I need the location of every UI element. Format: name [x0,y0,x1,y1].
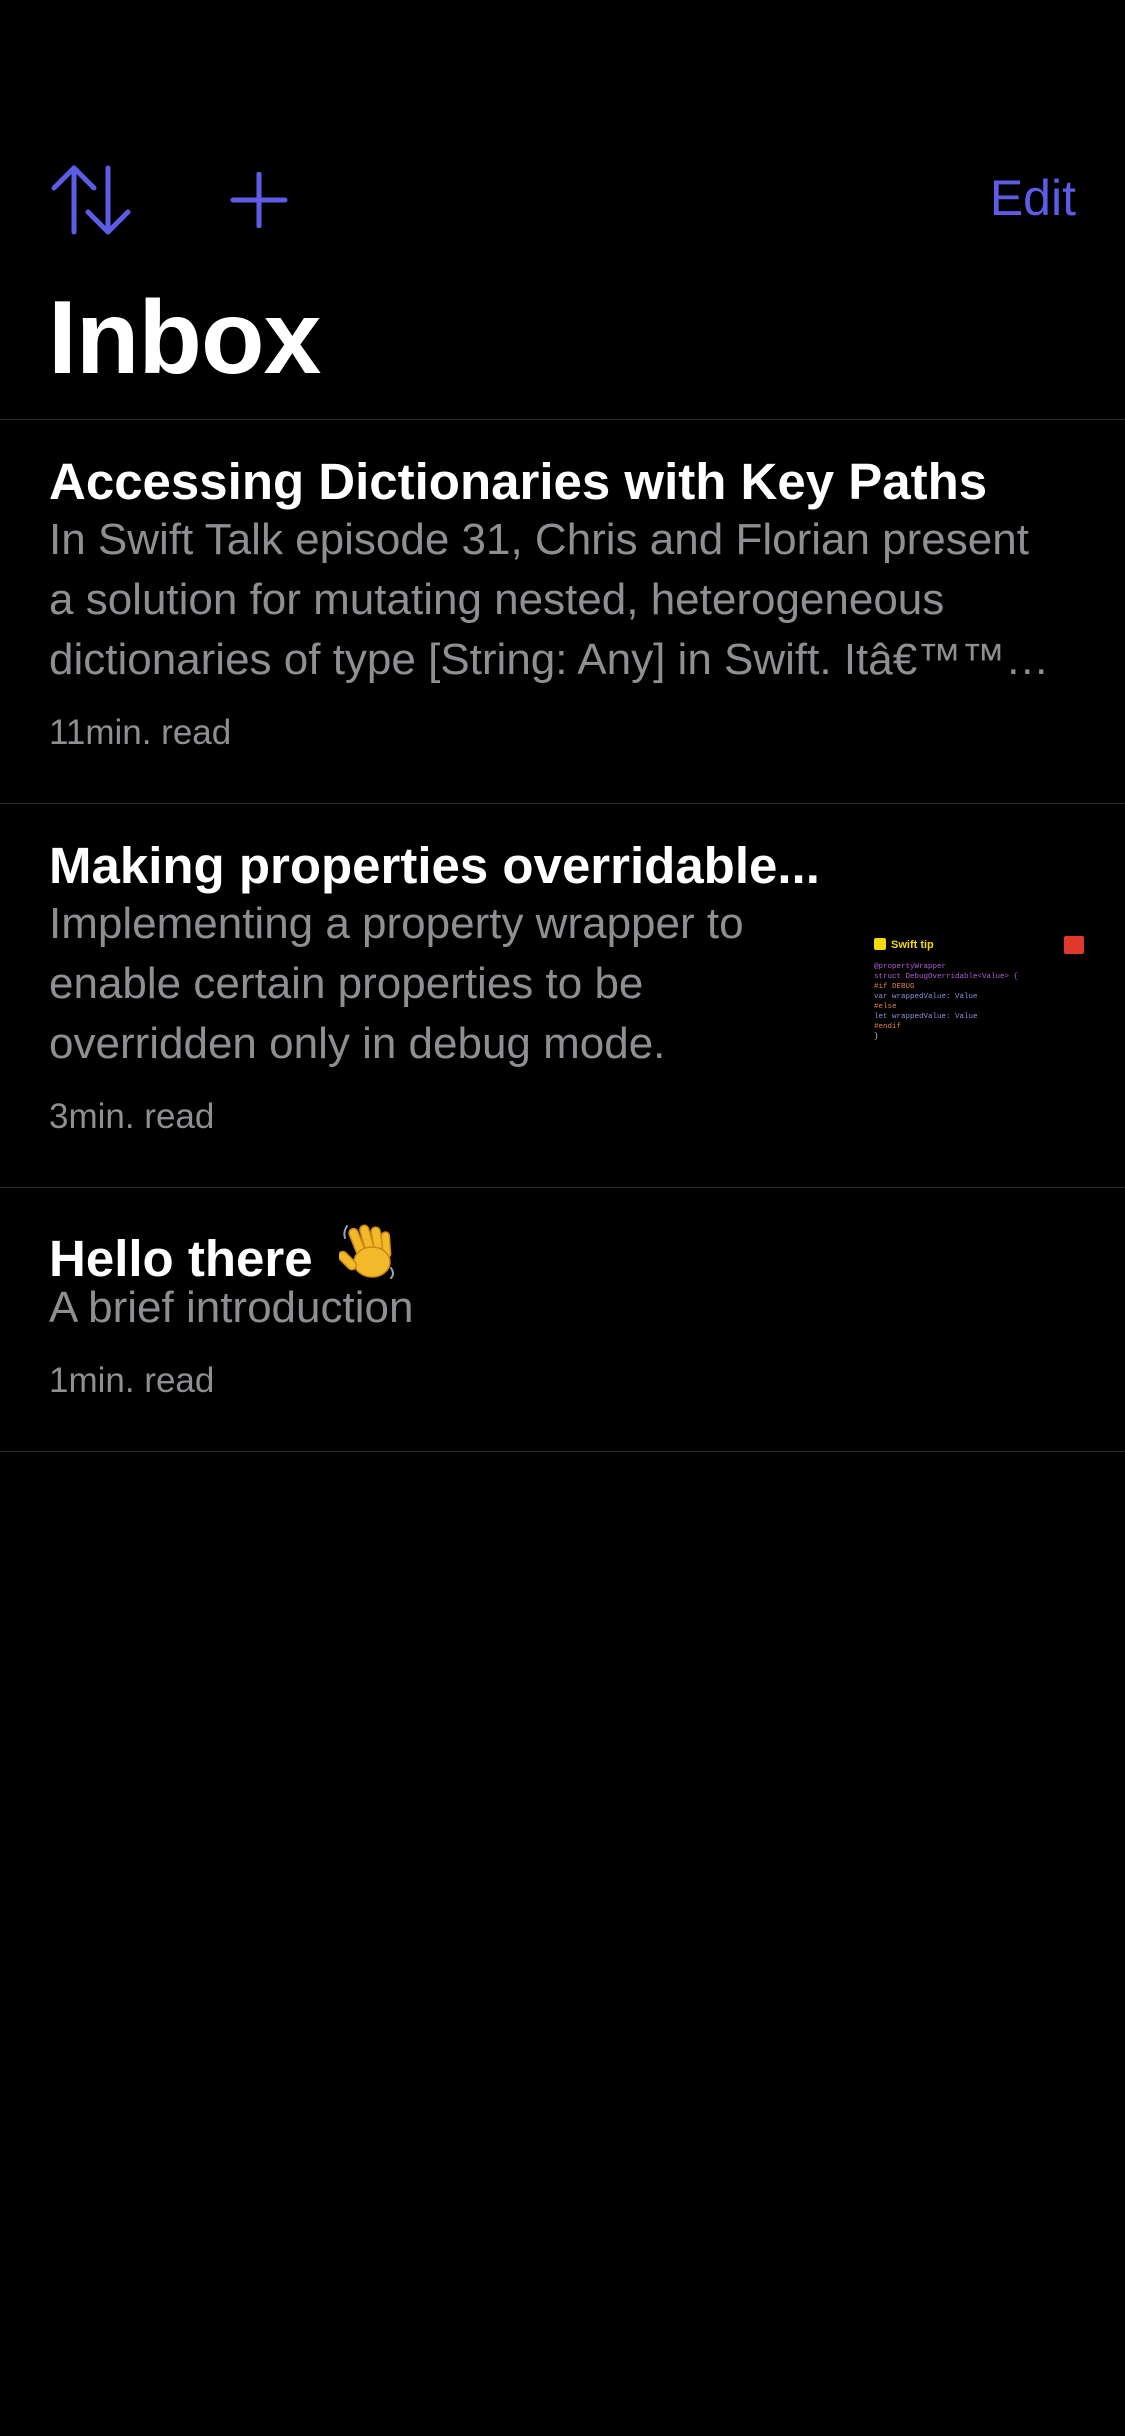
article-summary-line: a solution for mutating nested, heteroge… [49,575,945,624]
swift-tip-badge [874,938,886,950]
article-title: Making properties overridable... [49,837,820,894]
article-title: Accessing Dictionaries with Key Paths [49,453,988,510]
article-thumbnail: Swift tip @propertyWrapper struct DebugO… [866,928,1090,1054]
article-summary-line: Implementing a property wrapper to [49,899,744,948]
thumbnail-header: Swift tip [891,939,934,951]
code-line: @propertyWrapper [874,963,946,971]
code-line: var wrappedValue: Value [874,993,978,1001]
read-time: 3min. read [49,1097,215,1136]
sort-button[interactable] [48,162,134,238]
code-line: struct DebugOverridable<Value> { [874,973,1018,981]
read-time: 11min. read [49,713,232,752]
article-summary-line: dictionaries of type [String: Any] in Sw… [49,635,1050,684]
plus-icon [230,171,288,229]
edit-button[interactable]: Edit [990,168,1076,228]
sort-arrows-icon [51,165,131,235]
list-item[interactable]: Accessing Dictionaries with Key Paths In… [0,420,1125,804]
logo-badge [1064,936,1084,954]
list-item[interactable]: Hello there A brief introduction 1min. r… [0,1188,1125,1452]
article-summary-line: A brief introduction [49,1283,414,1332]
code-line: } [874,1033,879,1041]
article-summary-line: In Swift Talk episode 31, Chris and Flor… [49,515,1029,564]
article-summary-line: overridden only in debug mode. [49,1019,666,1068]
list-item[interactable]: Making properties overridable... Impleme… [0,804,1125,1188]
read-time: 1min. read [49,1361,215,1400]
add-button[interactable] [226,171,292,229]
page-title: Inbox [48,280,321,396]
article-list: Accessing Dictionaries with Key Paths In… [0,419,1125,1452]
code-line: #endif [874,1023,902,1031]
article-summary-line: enable certain properties to be [49,959,644,1008]
code-line: let wrappedValue: Value [874,1013,978,1021]
code-line: #else [874,1003,897,1011]
code-line: #if DEBUG [874,983,915,991]
navigation-bar: Edit [0,150,1125,250]
